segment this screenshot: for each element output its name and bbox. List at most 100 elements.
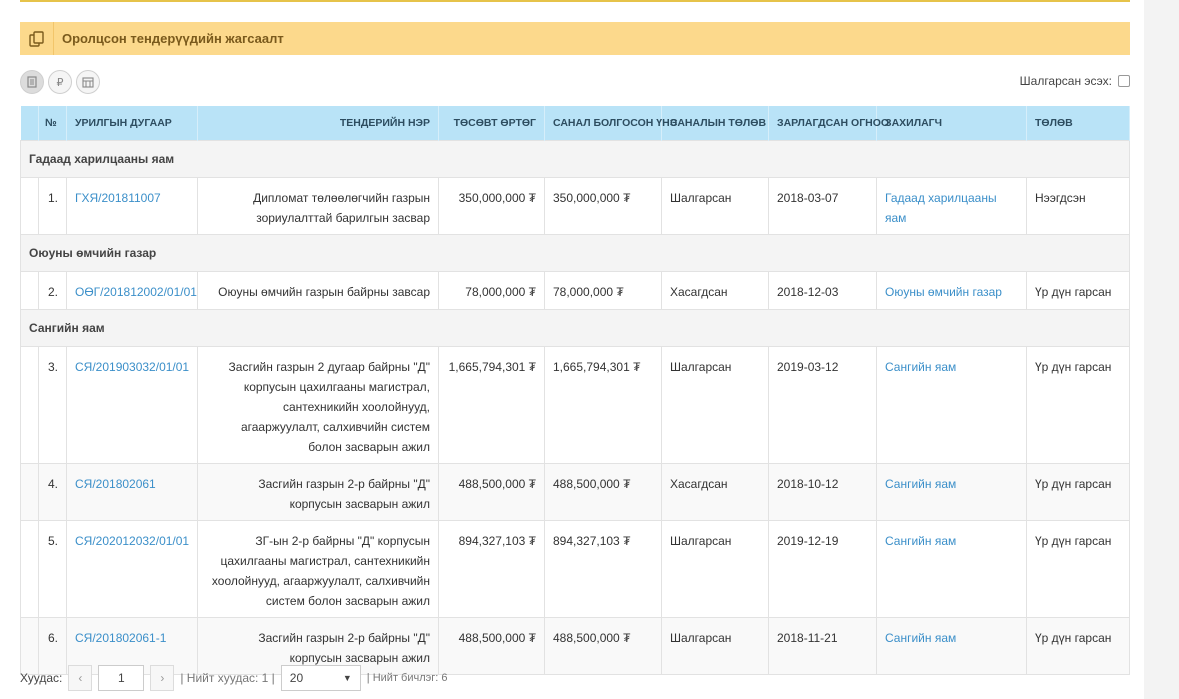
row-customer-cell: Сангийн яам bbox=[876, 616, 1027, 675]
copy-icon bbox=[20, 22, 54, 55]
column-header-customer[interactable]: ЗАХИЛАГЧ bbox=[876, 106, 1027, 140]
row-offer-status: Хасагдсан bbox=[661, 270, 769, 310]
ruble-icon[interactable]: ₽ bbox=[48, 70, 72, 94]
group-name: Оюуны өмчийн газар bbox=[20, 233, 1130, 272]
row-status: Үр дүн гарсан bbox=[1026, 519, 1130, 618]
table-header-row: № УРИЛГЫН ДУГААР ТЕНДЕРИЙН НЭР ТӨСӨВТ ӨР… bbox=[20, 106, 1130, 140]
right-gutter bbox=[1144, 0, 1179, 699]
row-budget: 488,500,000 ₮ bbox=[438, 616, 545, 675]
row-status: Үр дүн гарсан bbox=[1026, 270, 1130, 310]
row-budget: 78,000,000 ₮ bbox=[438, 270, 545, 310]
customer-link[interactable]: Гадаад харилцааны яам bbox=[885, 191, 997, 225]
group-row: Оюуны өмчийн газар bbox=[20, 233, 1130, 272]
row-budget: 350,000,000 ₮ bbox=[438, 176, 545, 235]
next-page-button[interactable]: › bbox=[150, 665, 175, 691]
row-customer-cell: Гадаад харилцааны яам bbox=[876, 176, 1027, 235]
tender-code-link[interactable]: СЯ/201903032/01/01 bbox=[75, 360, 189, 374]
page-size-value: 20 bbox=[289, 671, 304, 685]
row-spacer bbox=[20, 345, 39, 464]
row-code-cell: ГХЯ/201811007 bbox=[66, 176, 198, 235]
column-header-date[interactable]: ЗАРЛАГДСАН ОГНОО bbox=[768, 106, 889, 140]
row-date: 2018-10-12 bbox=[768, 462, 877, 521]
column-header-spacer bbox=[20, 106, 39, 140]
row-customer-cell: Оюуны өмчийн газар bbox=[876, 270, 1027, 310]
row-number: 5. bbox=[38, 519, 67, 618]
table-row: 5. СЯ/202012032/01/01 ЗГ-ын 2-р байрны "… bbox=[20, 519, 1130, 618]
chevron-down-icon: ▼ bbox=[342, 673, 352, 683]
row-offer: 894,327,103 ₮ bbox=[544, 519, 662, 618]
tender-code-link[interactable]: СЯ/201802061 bbox=[75, 477, 156, 491]
row-offer-status: Шалгарсан bbox=[661, 616, 769, 675]
tender-code-link[interactable]: СЯ/202012032/01/01 bbox=[75, 534, 189, 548]
selected-filter: Шалгарсан эсэх: bbox=[1020, 74, 1130, 88]
row-budget: 488,500,000 ₮ bbox=[438, 462, 545, 521]
tenders-table: № УРИЛГЫН ДУГААР ТЕНДЕРИЙН НЭР ТӨСӨВТ ӨР… bbox=[20, 106, 1130, 675]
row-offer-status: Шалгарсан bbox=[661, 519, 769, 618]
column-header-offer-status[interactable]: САНАЛЫН ТӨЛӨВ bbox=[661, 106, 769, 140]
page-size-select[interactable]: 20 ▼ bbox=[280, 665, 361, 691]
panel-header: Оролцсон тендерүүдийн жагсаалт bbox=[20, 22, 1130, 55]
tender-code-link[interactable]: СЯ/201802061-1 bbox=[75, 631, 166, 645]
row-number: 3. bbox=[38, 345, 67, 464]
view-toolbar: ₽ bbox=[20, 70, 100, 94]
row-date: 2019-03-12 bbox=[768, 345, 877, 464]
row-date: 2018-11-21 bbox=[768, 616, 877, 675]
customer-link[interactable]: Сангийн яам bbox=[885, 631, 956, 645]
row-tender-name: ЗГ-ын 2-р байрны "Д" корпусын цахилгааны… bbox=[197, 519, 439, 618]
pagination: Хуудас: ‹ 1 › | Нийт хуудас: 1 | 20 ▼ | … bbox=[20, 664, 448, 692]
row-tender-name: Оюуны өмчийн газрын байрны завсар bbox=[197, 270, 439, 310]
tender-code-link[interactable]: ГХЯ/201811007 bbox=[75, 191, 161, 205]
document-icon[interactable] bbox=[20, 70, 44, 94]
calendar-icon[interactable] bbox=[76, 70, 100, 94]
column-header-offer[interactable]: САНАЛ БОЛГОСОН ҮНЭ bbox=[544, 106, 677, 140]
row-customer-cell: Сангийн яам bbox=[876, 345, 1027, 464]
row-number: 2. bbox=[38, 270, 67, 310]
column-header-status[interactable]: ТӨЛӨВ bbox=[1026, 106, 1130, 140]
row-date: 2019-12-19 bbox=[768, 519, 877, 618]
row-offer: 488,500,000 ₮ bbox=[544, 616, 662, 675]
row-spacer bbox=[20, 270, 39, 310]
row-offer: 1,665,794,301 ₮ bbox=[544, 345, 662, 464]
column-header-code[interactable]: УРИЛГЫН ДУГААР bbox=[66, 106, 198, 140]
table-row: 1. ГХЯ/201811007 Дипломат төлөөлөгчийн г… bbox=[20, 176, 1130, 235]
row-status: Үр дүн гарсан bbox=[1026, 345, 1130, 464]
row-status: Үр дүн гарсан bbox=[1026, 462, 1130, 521]
table-row: 3. СЯ/201903032/01/01 Засгийн газрын 2 д… bbox=[20, 345, 1130, 464]
row-tender-name: Дипломат төлөөлөгчийн газрын зориулалтта… bbox=[197, 176, 439, 235]
row-customer-cell: Сангийн яам bbox=[876, 519, 1027, 618]
row-number: 4. bbox=[38, 462, 67, 521]
row-tender-name: Засгийн газрын 2-р байрны "Д" корпусын з… bbox=[197, 462, 439, 521]
row-number: 1. bbox=[38, 176, 67, 235]
row-code-cell: СЯ/201802061 bbox=[66, 462, 198, 521]
selected-filter-checkbox[interactable] bbox=[1118, 75, 1130, 87]
row-date: 2018-03-07 bbox=[768, 176, 877, 235]
page-number-input[interactable]: 1 bbox=[98, 665, 145, 691]
row-budget: 1,665,794,301 ₮ bbox=[438, 345, 545, 464]
row-offer: 350,000,000 ₮ bbox=[544, 176, 662, 235]
row-offer-status: Хасагдсан bbox=[661, 462, 769, 521]
prev-page-button[interactable]: ‹ bbox=[68, 665, 93, 691]
group-row: Сангийн яам bbox=[20, 308, 1130, 347]
row-offer-status: Шалгарсан bbox=[661, 176, 769, 235]
row-spacer bbox=[20, 176, 39, 235]
selected-filter-label: Шалгарсан эсэх: bbox=[1019, 74, 1112, 88]
row-spacer bbox=[20, 462, 39, 521]
row-status: Үр дүн гарсан bbox=[1026, 616, 1130, 675]
table-row: 2. ОӨГ/201812002/01/01 Оюуны өмчийн газр… bbox=[20, 270, 1130, 310]
column-header-budget[interactable]: ТӨСӨВТ ӨРТӨГ bbox=[438, 106, 545, 140]
total-records-label: | Нийт бичлэг: 6 bbox=[366, 672, 448, 684]
row-budget: 894,327,103 ₮ bbox=[438, 519, 545, 618]
row-status: Нээгдсэн bbox=[1026, 176, 1130, 235]
customer-link[interactable]: Сангийн яам bbox=[885, 477, 956, 491]
row-offer: 488,500,000 ₮ bbox=[544, 462, 662, 521]
customer-link[interactable]: Оюуны өмчийн газар bbox=[885, 285, 1002, 299]
column-header-name[interactable]: ТЕНДЕРИЙН НЭР bbox=[197, 106, 439, 140]
row-code-cell: СЯ/202012032/01/01 bbox=[66, 519, 198, 618]
tender-code-link[interactable]: ОӨГ/201812002/01/01 bbox=[75, 285, 197, 299]
row-tender-name: Засгийн газрын 2 дугаар байрны "Д" корпу… bbox=[197, 345, 439, 464]
row-date: 2018-12-03 bbox=[768, 270, 877, 310]
customer-link[interactable]: Сангийн яам bbox=[885, 360, 956, 374]
customer-link[interactable]: Сангийн яам bbox=[885, 534, 956, 548]
row-spacer bbox=[20, 519, 39, 618]
row-code-cell: СЯ/201903032/01/01 bbox=[66, 345, 198, 464]
